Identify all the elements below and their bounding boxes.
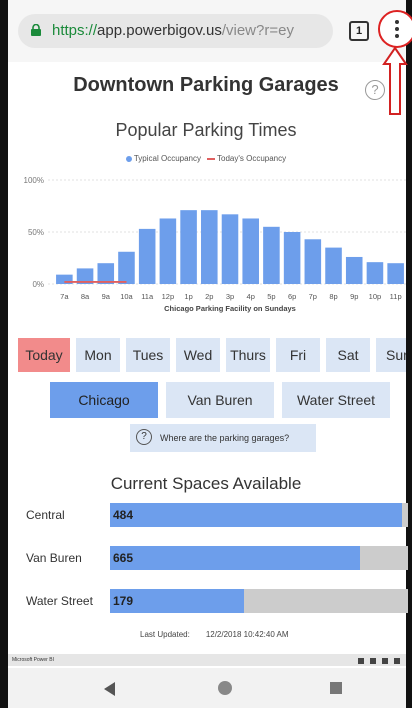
fullscreen-icon[interactable] [394, 658, 400, 664]
url-path: /view?r=ey [221, 22, 294, 39]
home-icon[interactable] [218, 681, 232, 695]
x-tick-label: 11a [141, 292, 154, 301]
bar-typical [138, 228, 156, 284]
bar-typical [242, 218, 259, 284]
bar-typical [283, 232, 301, 284]
bar-typical [366, 262, 384, 284]
url-scheme: https:// [52, 22, 98, 39]
space-count-van-buren: 665 [113, 551, 134, 565]
space-bar-water-street: 179 [110, 589, 408, 613]
tab-sun[interactable]: Sun [376, 338, 406, 372]
more-vert-icon [395, 20, 399, 38]
share-icon[interactable] [358, 658, 364, 664]
space-fill-van-buren [110, 546, 361, 570]
location-van-buren-button[interactable]: Van Buren [166, 382, 274, 418]
question-icon: ? [136, 429, 152, 445]
legend-typical-label: Typical Occupancy [133, 154, 201, 163]
space-bar-central: 484 [110, 503, 408, 527]
bar-typical [387, 263, 404, 284]
browser-menu-button[interactable] [378, 10, 412, 48]
x-tick-label: 8p [329, 292, 337, 301]
occupancy-chart: 0% 50% 100% 7a 8a 9a 10a 11a 12p 1p 2p 3p 4p 5p 6p 7p 8p… [24, 176, 406, 313]
report-footer: Microsoft Power BI [8, 654, 406, 666]
space-label-water-street: Water Street [26, 594, 93, 608]
last-updated-timestamp: 12/2/2018 10:42:40 AM [205, 630, 289, 639]
last-updated-label: Last Updated: [140, 630, 190, 639]
chart-title: Popular Parking Times [115, 120, 297, 140]
space-bar-van-buren: 665 [110, 546, 408, 570]
x-axis-label: Chicago Parking Facility on Sundays [164, 304, 296, 313]
x-tick-label: 2p [205, 292, 213, 301]
tab-thurs[interactable]: Thurs [226, 338, 270, 372]
bar-typical [345, 256, 363, 284]
space-label-central: Central [26, 508, 65, 522]
x-tick-label: 5p [267, 292, 275, 301]
chart-legend: Typical Occupancy Today's Occupancy [0, 154, 412, 163]
help-icon[interactable]: ? [365, 80, 385, 100]
address-bar[interactable]: https://app.powerbigov.us/view?r=ey [18, 14, 333, 48]
bar-typical [118, 251, 135, 284]
url-host: app.powerbigov.us [97, 22, 222, 39]
x-tick-label: 1p [184, 292, 192, 301]
where-are-garages-label: Where are the parking garages? [160, 433, 290, 443]
x-tick-label: 6p [288, 292, 296, 301]
last-updated: Last Updated: 12/2/2018 10:42:40 AM [140, 630, 289, 639]
browser-toolbar: https://app.powerbigov.us/view?r=ey 1 [8, 0, 412, 62]
back-icon[interactable] [104, 682, 115, 696]
y-tick-label: 0% [32, 280, 44, 289]
space-fill-central [110, 503, 403, 527]
bar-typical [325, 247, 342, 284]
x-tick-label: 10p [369, 292, 382, 301]
tab-tues[interactable]: Tues [126, 338, 170, 372]
x-tick-label: 11p [390, 292, 402, 301]
x-tick-label: 9a [102, 292, 111, 301]
powerbi-brand[interactable]: Microsoft Power BI [12, 654, 54, 666]
tab-sat[interactable]: Sat [326, 338, 370, 372]
tab-today[interactable]: Today [18, 338, 70, 372]
tab-fri[interactable]: Fri [276, 338, 320, 372]
x-tick-label: 9p [350, 292, 358, 301]
twitter-icon[interactable] [370, 658, 376, 664]
bar-typical [180, 210, 197, 284]
tab-mon[interactable]: Mon [76, 338, 120, 372]
space-count-central: 484 [113, 508, 134, 522]
x-tick-label: 7a [60, 292, 69, 301]
device-frame-left [0, 0, 8, 708]
page-title: Downtown Parking Garages [73, 74, 339, 96]
url-text: https://app.powerbigov.us/view?r=ey [52, 22, 294, 39]
facebook-icon[interactable] [382, 658, 388, 664]
location-chicago-button[interactable]: Chicago [50, 382, 158, 418]
location-water-street-button[interactable]: Water Street [282, 382, 390, 418]
lock-icon [31, 24, 41, 36]
legend-today-swatch [207, 157, 215, 160]
legend-typical-swatch [125, 155, 132, 162]
bar-typical [159, 218, 177, 284]
bar-typical [263, 226, 280, 284]
space-label-van-buren: Van Buren [26, 551, 82, 565]
where-are-garages-button[interactable]: ? Where are the parking garages? [130, 424, 316, 452]
bar-typical [304, 239, 322, 284]
y-tick-label: 100% [24, 176, 44, 185]
x-tick-label: 12p [162, 292, 175, 301]
x-tick-label: 10a [120, 292, 133, 301]
bar-typical [221, 214, 239, 284]
bar-typical [97, 263, 115, 284]
tab-wed[interactable]: Wed [176, 338, 220, 372]
tab-switcher-button[interactable]: 1 [349, 21, 369, 41]
x-tick-label: 3p [226, 292, 234, 301]
x-tick-label: 4p [247, 292, 255, 301]
space-count-water-street: 179 [113, 594, 134, 608]
y-tick-label: 50% [28, 228, 44, 237]
x-tick-label: 8a [81, 292, 90, 301]
spaces-section-title: Current Spaces Available [110, 474, 302, 493]
bar-typical [201, 210, 218, 284]
legend-today-label: Today's Occupancy [217, 154, 287, 163]
x-tick-label: 7p [309, 292, 317, 301]
system-nav-bar [8, 668, 406, 708]
recents-icon[interactable] [330, 682, 342, 694]
